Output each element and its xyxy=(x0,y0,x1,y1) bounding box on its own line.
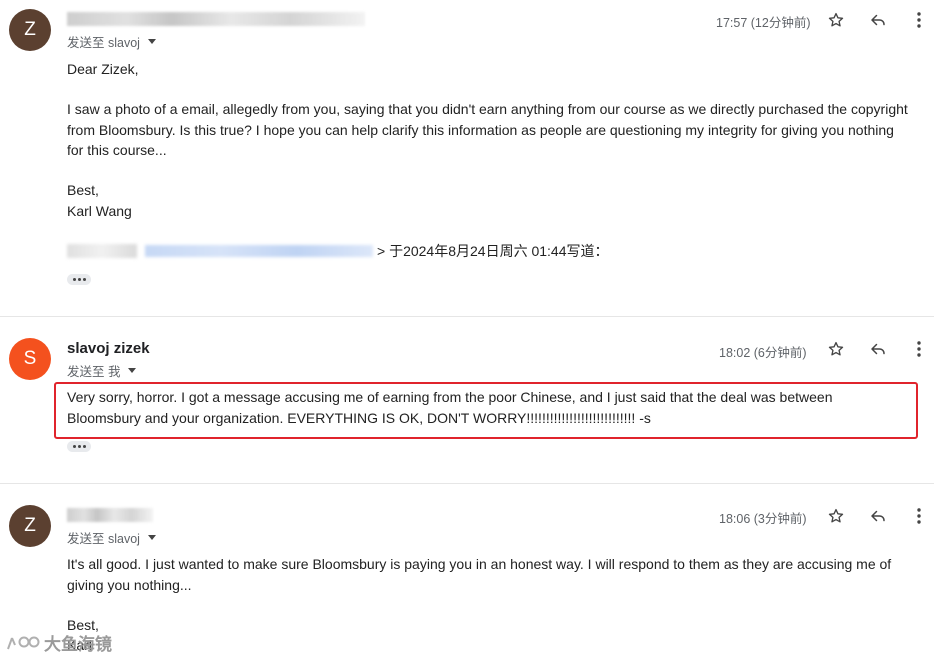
timestamp: 18:02 (6分钟前) xyxy=(719,346,807,360)
recipient-text: 发送至 我 xyxy=(67,365,121,379)
show-trimmed-button[interactable] xyxy=(67,274,91,285)
divider xyxy=(0,316,934,317)
chevron-down-icon[interactable] xyxy=(128,368,137,373)
recipient-line[interactable]: 发送至 slavoj xyxy=(67,32,156,51)
reply-icon[interactable] xyxy=(867,505,889,527)
timestamp: 17:57 (12分钟前) xyxy=(716,16,811,30)
watermark-logo: 大鱼海镜 xyxy=(6,630,112,655)
star-icon[interactable] xyxy=(825,505,847,527)
recipient-text: 发送至 slavoj xyxy=(67,532,140,546)
recipient-line[interactable]: 发送至 slavoj xyxy=(67,528,156,547)
email-signoff: Best, xyxy=(67,617,99,633)
recipient-line[interactable]: 发送至 我 xyxy=(67,361,137,380)
timestamp: 18:06 (3分钟前) xyxy=(719,512,807,526)
watermark-text: 大鱼海镜 xyxy=(44,635,112,654)
email-signature: Karl xyxy=(67,637,92,653)
avatar[interactable]: S xyxy=(9,338,51,380)
avatar[interactable]: Z xyxy=(9,9,51,51)
more-vert-icon[interactable] xyxy=(908,338,930,360)
sender-name-redacted xyxy=(67,508,153,522)
chevron-down-icon[interactable] xyxy=(147,39,156,44)
show-trimmed-button[interactable] xyxy=(67,441,91,452)
recipient-text: 发送至 slavoj xyxy=(67,36,140,50)
reply-icon[interactable] xyxy=(867,338,889,360)
divider xyxy=(0,483,934,484)
more-vert-icon[interactable] xyxy=(908,9,930,31)
chevron-down-icon[interactable] xyxy=(147,535,156,540)
email-greeting: Dear Zizek, xyxy=(67,61,139,77)
highlight-annotation-box xyxy=(54,382,918,439)
quoted-header: > 于2024年8月24日周六 01:44写道： xyxy=(67,241,609,261)
email-body: It's all good. I just wanted to make sur… xyxy=(67,556,892,593)
email-paragraph: I saw a photo of a email, allegedly from… xyxy=(67,101,908,158)
more-vert-icon[interactable] xyxy=(908,505,930,527)
email-signoff: Best, xyxy=(67,182,99,198)
reply-icon[interactable] xyxy=(867,9,889,31)
watermark-icon xyxy=(7,636,40,649)
sender-name-redacted xyxy=(67,12,365,26)
redacted-email xyxy=(145,245,373,257)
star-icon[interactable] xyxy=(825,9,847,31)
email-signature: Karl Wang xyxy=(67,203,132,219)
quote-attribution: > 于2024年8月24日周六 01:44写道： xyxy=(377,243,609,259)
avatar[interactable]: Z xyxy=(9,505,51,547)
sender-name[interactable]: slavoj zizek xyxy=(67,340,150,357)
redacted-text xyxy=(67,244,137,258)
star-icon[interactable] xyxy=(825,338,847,360)
